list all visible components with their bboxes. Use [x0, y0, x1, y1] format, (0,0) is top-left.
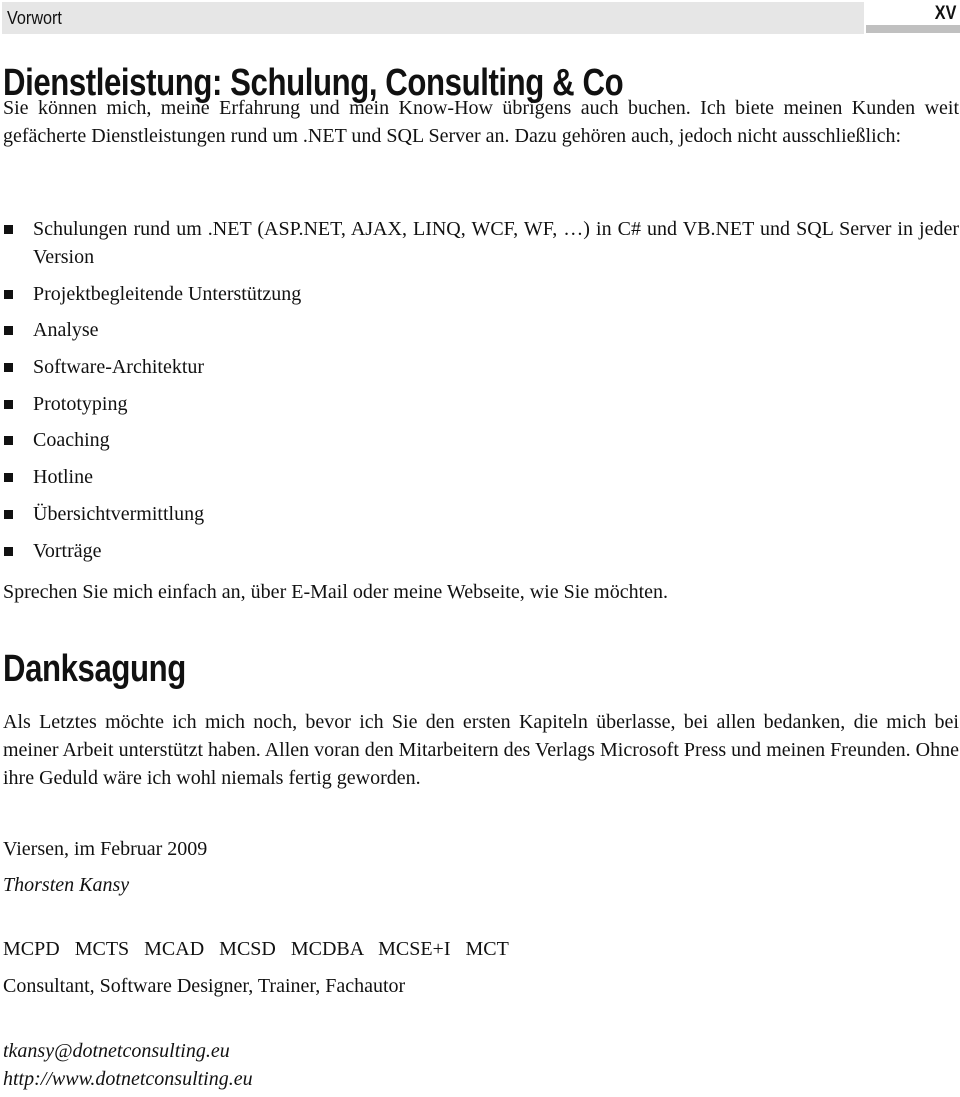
- services-list: Schulungen rund um .NET (ASP.NET, AJAX, …: [3, 215, 959, 573]
- square-bullet-icon: [4, 289, 13, 299]
- list-item: Software-Architektur: [3, 353, 959, 381]
- list-item: Prototyping: [3, 390, 959, 418]
- square-bullet-icon: [4, 363, 13, 373]
- certifications: MCPD MCTS MCAD MCSD MCDBA MCSE+I MCT: [3, 938, 509, 960]
- website-link[interactable]: http://www.dotnetconsulting.eu: [3, 1068, 253, 1091]
- list-item: Vorträge: [3, 537, 959, 565]
- author-roles: Consultant, Software Designer, Trainer, …: [3, 975, 406, 997]
- square-bullet-icon: [4, 509, 13, 519]
- page-number-bar: [866, 25, 960, 33]
- heading-danksagung: Danksagung: [3, 648, 186, 690]
- list-item: Coaching: [3, 426, 959, 454]
- square-bullet-icon: [4, 436, 13, 446]
- email-link[interactable]: tkansy@dotnetconsulting.eu: [3, 1040, 230, 1063]
- square-bullet-icon: [4, 326, 13, 336]
- closing-paragraph: Sprechen Sie mich einfach an, über E-Mai…: [3, 581, 669, 603]
- list-item: Hotline: [3, 463, 959, 491]
- place-date: Viersen, im Februar 2009: [3, 838, 208, 860]
- acknowledgement-paragraph: Als Letztes möchte ich mich noch, bevor …: [3, 711, 959, 789]
- list-item: Übersichtvermittlung: [3, 500, 959, 528]
- square-bullet-icon: [4, 546, 13, 556]
- list-item: Projektbegleitende Unterstützung: [3, 280, 959, 308]
- running-header: Vorwort: [2, 2, 864, 34]
- square-bullet-icon: [4, 225, 13, 234]
- intro-paragraph: Sie können mich, meine Erfahrung und mei…: [3, 97, 959, 147]
- square-bullet-icon: [4, 399, 13, 409]
- list-item: Schulungen rund um .NET (ASP.NET, AJAX, …: [3, 215, 959, 271]
- list-item: Analyse: [3, 316, 959, 344]
- author-name: Thorsten Kansy: [3, 874, 130, 896]
- section-title: Vorwort: [7, 8, 62, 28]
- square-bullet-icon: [4, 473, 13, 483]
- page-number: XV: [934, 3, 956, 24]
